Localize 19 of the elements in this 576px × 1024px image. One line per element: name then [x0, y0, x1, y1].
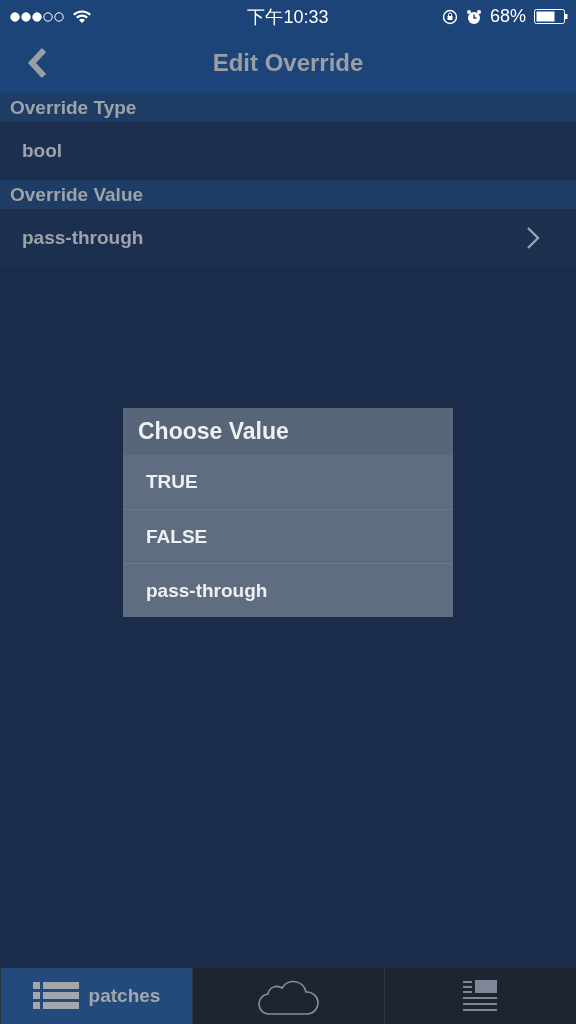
status-time: 下午10:33 — [247, 5, 329, 29]
rotation-lock-icon — [441, 8, 458, 25]
dialog-title: Choose Value — [123, 408, 453, 455]
signal-icon — [10, 11, 64, 22]
list-icon — [32, 982, 81, 1010]
row-value: pass-through — [22, 227, 144, 249]
screen-title: Edit Override — [212, 49, 364, 77]
list-row[interactable]: bool — [0, 122, 576, 180]
battery-icon — [534, 9, 568, 24]
tab-item[interactable]: patches — [0, 968, 192, 1024]
section-header: Override Type — [0, 93, 576, 122]
row-value: bool — [22, 140, 63, 162]
wifi-icon — [72, 9, 92, 24]
chevron-icon — [526, 226, 540, 250]
document-icon — [462, 980, 499, 1012]
alarm-icon — [465, 8, 482, 25]
list-row[interactable]: pass-through — [0, 209, 576, 267]
battery-percent: 68% — [489, 6, 526, 27]
section-header: Override Value — [0, 180, 576, 209]
